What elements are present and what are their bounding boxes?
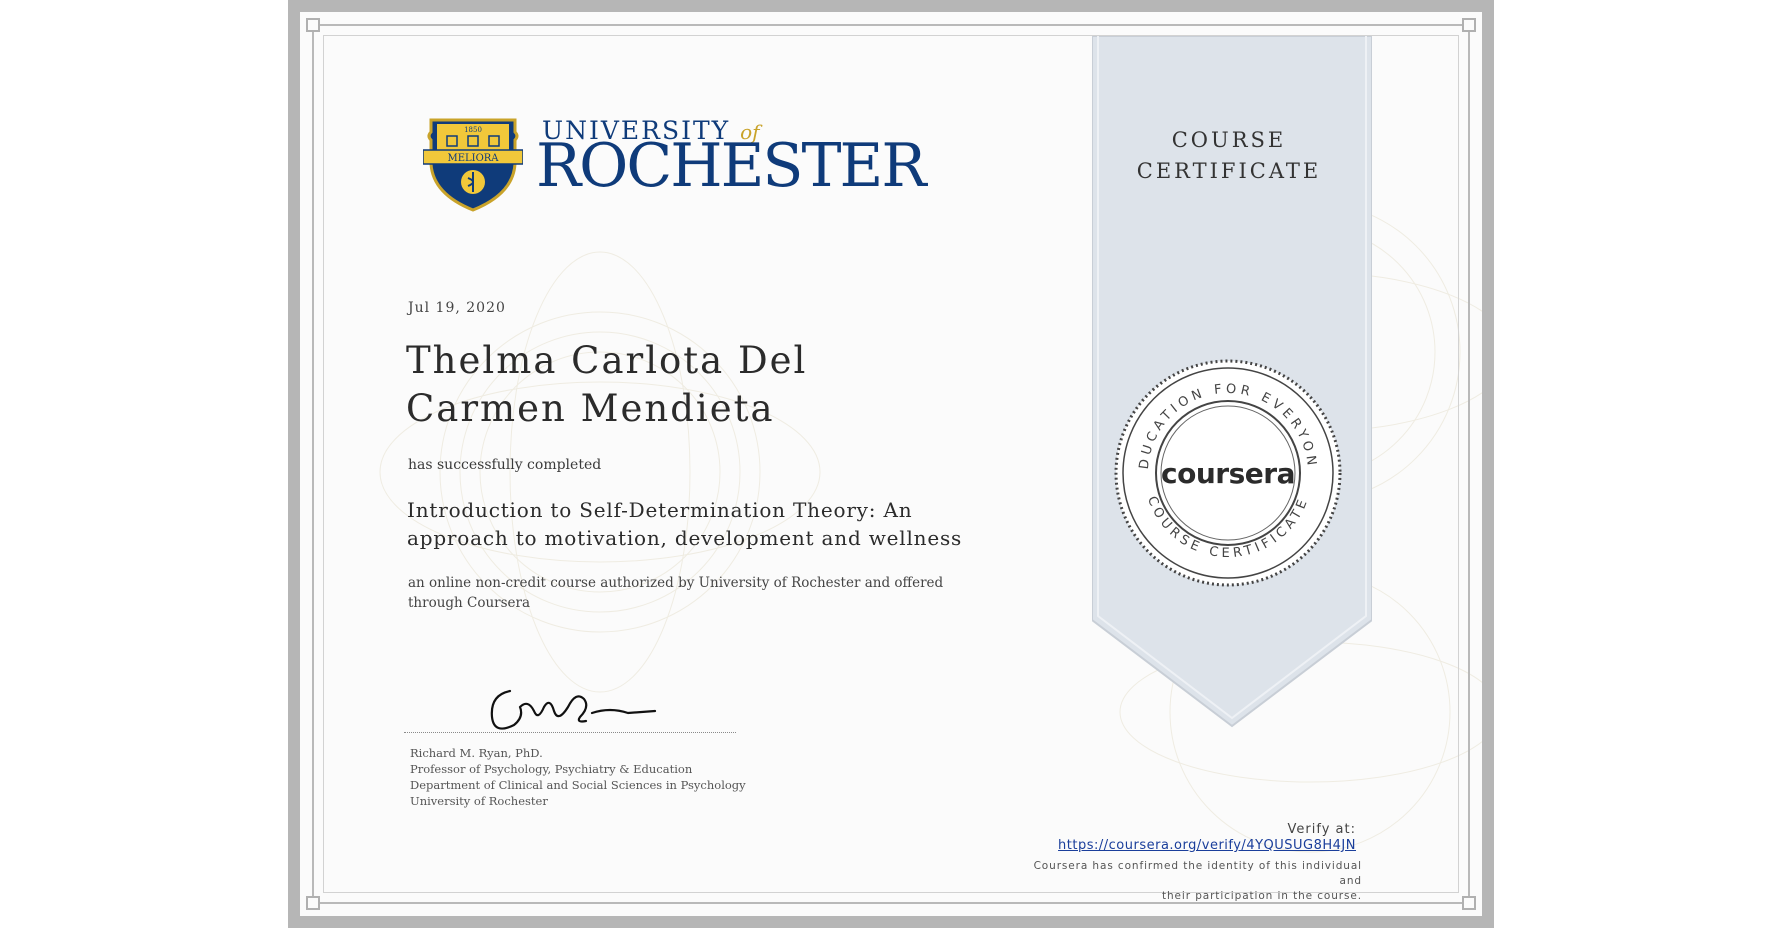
course-title: Introduction to Self-Determination Theor… bbox=[407, 498, 963, 550]
signature-icon bbox=[490, 689, 657, 730]
signer-institution: University of Rochester bbox=[410, 794, 548, 808]
ribbon-line-2: CERTIFICATE bbox=[1136, 159, 1322, 183]
verify-note-line-2: their participation in the course. bbox=[1161, 890, 1362, 902]
signer-title: Professor of Psychology, Psychiatry & Ed… bbox=[410, 762, 693, 776]
signer-department: Department of Clinical and Social Scienc… bbox=[410, 778, 746, 792]
university-crest-icon: MELIORA 1850 bbox=[423, 118, 523, 212]
signer-name: Richard M. Ryan, PhD. bbox=[410, 746, 543, 760]
frame-corner-top-right bbox=[1462, 18, 1476, 32]
recipient-name: Thelma Carlota Del Carmen Mendieta bbox=[406, 339, 808, 430]
ribbon-title: COURSE CERTIFICATE bbox=[1134, 125, 1324, 187]
frame-corner-bottom-left bbox=[306, 896, 320, 910]
verify-link[interactable]: https://coursera.org/verify/4YQUSUG8H4JN bbox=[962, 838, 1362, 853]
verify-label: Verify at: bbox=[1287, 822, 1356, 837]
signer-block: Richard M. Ryan, PhD. Professor of Psych… bbox=[410, 745, 746, 809]
completed-text: has successfully completed bbox=[408, 457, 602, 473]
coursera-seal: EDUCATION FOR EVERYONE COURSE CERTIFICAT… bbox=[1110, 355, 1342, 587]
coursera-logo-text: coursera bbox=[1161, 457, 1295, 490]
frame-corner-top-left bbox=[306, 18, 320, 32]
university-name-main: ROCHESTER bbox=[536, 131, 926, 201]
signature-line bbox=[404, 732, 736, 733]
issue-date: Jul 19, 2020 bbox=[408, 300, 506, 316]
certificate-paper: MELIORA 1850 UNIVERSITY of ROCHESTER Jul… bbox=[300, 12, 1482, 916]
course-description: an online non-credit course authorized b… bbox=[408, 575, 944, 611]
crest-motto: MELIORA bbox=[447, 153, 499, 164]
frame-corner-bottom-right bbox=[1462, 896, 1476, 910]
ribbon-line-1: COURSE bbox=[1171, 128, 1287, 152]
verify-block: Verify at: https://coursera.org/verify/4… bbox=[962, 822, 1362, 904]
certificate-page: MELIORA 1850 UNIVERSITY of ROCHESTER Jul… bbox=[288, 0, 1494, 928]
verify-note: Coursera has confirmed the identity of t… bbox=[1022, 859, 1362, 904]
verify-note-line-1: Coursera has confirmed the identity of t… bbox=[1033, 860, 1362, 887]
crest-year: 1850 bbox=[464, 126, 482, 134]
